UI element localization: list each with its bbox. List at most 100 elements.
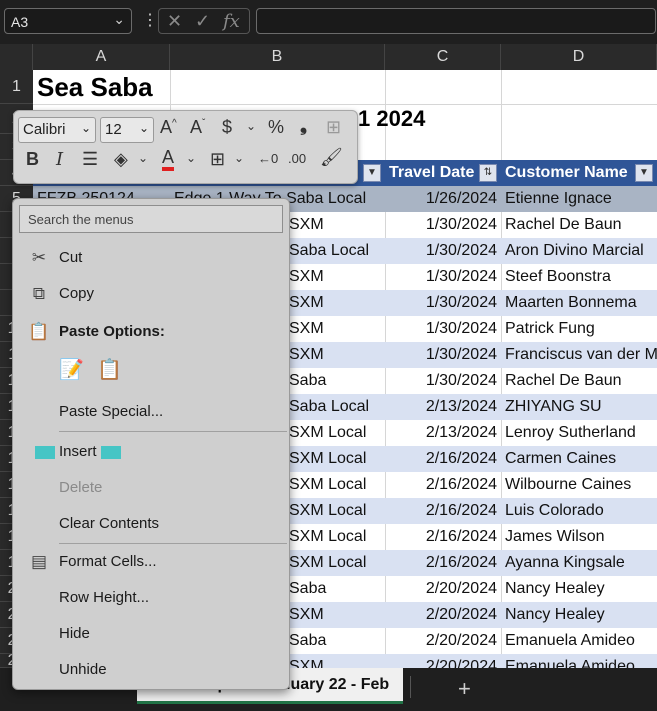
currency-format-icon[interactable]: $	[222, 117, 232, 138]
chevron-down-icon[interactable]: ⌄	[246, 119, 256, 133]
cell-c[interactable]: 2/16/2024	[385, 472, 501, 498]
italic-icon[interactable]: I	[56, 149, 63, 170]
name-box[interactable]: A3 ⌄	[4, 8, 132, 34]
cell-d[interactable]: Nancy Healey	[501, 576, 657, 602]
header-customer-name[interactable]: Customer Name	[501, 160, 657, 186]
cell-b[interactable]: SXM	[285, 654, 385, 668]
cell-c[interactable]: 2/13/2024	[385, 420, 501, 446]
insert-function-icon[interactable]: fx	[223, 11, 240, 32]
borders-icon[interactable]: ⊞	[210, 149, 225, 170]
align-center-icon[interactable]: ☰	[82, 149, 98, 170]
cell-b[interactable]: Saba	[285, 576, 385, 602]
row-header[interactable]: 1	[0, 70, 33, 104]
cell-b[interactable]: SXM Local	[285, 524, 385, 550]
cell-b[interactable]: Saba	[285, 628, 385, 654]
cell-d[interactable]: Maarten Bonnema	[501, 290, 657, 316]
cell-b[interactable]: SXM Local	[285, 420, 385, 446]
cell-d[interactable]: Emanuela Amideo	[501, 628, 657, 654]
cancel-icon[interactable]: ✕	[167, 11, 182, 32]
cell-c[interactable]: 2/16/2024	[385, 524, 501, 550]
cell-c[interactable]: 2/16/2024	[385, 498, 501, 524]
menu-item-unhide[interactable]: Unhide	[13, 653, 289, 687]
percent-style-icon[interactable]: %	[268, 117, 284, 138]
increase-decimal-icon[interactable]: ←0	[258, 151, 278, 166]
cell-d[interactable]: Rachel De Baun	[501, 368, 657, 394]
chevron-down-icon[interactable]: ⌄	[138, 151, 148, 165]
cell-d[interactable]: Lenroy Sutherland	[501, 420, 657, 446]
cell-c[interactable]: 1/30/2024	[385, 290, 501, 316]
sheet-title[interactable]: Sea Saba	[37, 72, 153, 103]
cell-b[interactable]: SXM	[285, 316, 385, 342]
comma-style-icon[interactable]: ❟	[300, 115, 307, 136]
cell-d[interactable]: Steef Boonstra	[501, 264, 657, 290]
filter-dropdown-icon[interactable]: ▼	[363, 164, 381, 182]
cell-c[interactable]: 2/20/2024	[385, 576, 501, 602]
cell-b[interactable]: SXM	[285, 342, 385, 368]
cell-d[interactable]: Carmen Caines	[501, 446, 657, 472]
cell-d[interactable]: James Wilson	[501, 524, 657, 550]
enter-icon[interactable]: ✓	[195, 11, 210, 32]
cell-c[interactable]: 2/20/2024	[385, 654, 501, 668]
paste-icon[interactable]: 📋	[97, 353, 122, 387]
column-header-b[interactable]: B	[170, 44, 385, 70]
cell-b[interactable]: Saba Local	[285, 238, 385, 264]
formula-input[interactable]	[256, 8, 656, 34]
cell-b[interactable]: SXM Local	[285, 550, 385, 576]
cell-d[interactable]: Luis Colorado	[501, 498, 657, 524]
search-menus-input[interactable]: Search the menus	[19, 205, 283, 233]
menu-item-row-height[interactable]: Row Height...	[13, 581, 289, 615]
column-header-d[interactable]: D	[501, 44, 657, 70]
menu-item-cut[interactable]: ✂ Cut	[13, 241, 289, 275]
paste-formatting-icon[interactable]: 📝	[59, 353, 84, 387]
chevron-down-icon[interactable]: ⌄	[234, 151, 244, 165]
cell-b[interactable]: SXM Local	[285, 472, 385, 498]
cell-d[interactable]: Emanuela Amideo	[501, 654, 657, 668]
cell-d[interactable]: Nancy Healey	[501, 602, 657, 628]
cell-c[interactable]: 2/20/2024	[385, 602, 501, 628]
filter-dropdown-icon[interactable]: ▼	[635, 164, 653, 182]
menu-item-format-cells[interactable]: ▤ Format Cells...	[13, 545, 289, 579]
cell-b[interactable]: SXM	[285, 290, 385, 316]
format-painter-icon[interactable]: 🖌	[320, 147, 343, 168]
cell-c[interactable]: 1/30/2024	[385, 368, 501, 394]
cell-d[interactable]: Franciscus van der Meulen	[501, 342, 657, 368]
cell-c[interactable]: 1/30/2024	[385, 342, 501, 368]
cell-c[interactable]: 2/13/2024	[385, 394, 501, 420]
cell-b[interactable]: SXM Local	[285, 446, 385, 472]
cell-d[interactable]: Etienne Ignace	[501, 186, 657, 212]
cell-c[interactable]: 1/30/2024	[385, 238, 501, 264]
cell-c[interactable]: 2/16/2024	[385, 550, 501, 576]
cell-c[interactable]: 1/26/2024	[385, 186, 501, 212]
cell-b[interactable]: Saba	[285, 368, 385, 394]
select-all-corner[interactable]	[0, 44, 33, 70]
cell-c[interactable]: 1/30/2024	[385, 316, 501, 342]
decrease-font-size-icon[interactable]: Aˇ	[190, 117, 205, 138]
increase-font-size-icon[interactable]: A^	[160, 117, 177, 138]
cell-d[interactable]: ZHIYANG SU	[501, 394, 657, 420]
cell-d[interactable]: Rachel De Baun	[501, 212, 657, 238]
font-name-dropdown[interactable]: Calibri ⌄	[18, 117, 96, 143]
cell-b[interactable]: SXM Local	[285, 498, 385, 524]
font-size-dropdown[interactable]: 12 ⌄	[100, 117, 154, 143]
menu-item-clear-contents[interactable]: Clear Contents	[13, 507, 289, 541]
menu-item-insert[interactable]: Insert	[13, 435, 289, 469]
merge-center-icon[interactable]: ⊞	[326, 117, 341, 138]
cell-c[interactable]: 2/16/2024	[385, 446, 501, 472]
cell-b[interactable]: SXM	[285, 212, 385, 238]
chevron-down-icon[interactable]: ⌄	[186, 151, 196, 165]
sort-filter-icon[interactable]: ⇅	[479, 164, 497, 182]
menu-item-copy[interactable]: ⧉ Copy	[13, 277, 289, 311]
cell-b[interactable]: SXM	[285, 264, 385, 290]
more-options-icon[interactable]: ⋮	[142, 10, 158, 30]
chevron-down-icon[interactable]: ⌄	[113, 11, 125, 28]
cell-c[interactable]: 1/30/2024	[385, 264, 501, 290]
menu-item-paste-special[interactable]: Paste Special...	[13, 395, 289, 429]
cell-d[interactable]: Aron Divino Marcial	[501, 238, 657, 264]
cell-c[interactable]: 2/20/2024	[385, 628, 501, 654]
cell-b[interactable]: Saba Local	[285, 394, 385, 420]
column-header-a[interactable]: A	[33, 44, 170, 70]
decrease-decimal-icon[interactable]: .00	[288, 151, 306, 166]
menu-item-hide[interactable]: Hide	[13, 617, 289, 651]
add-sheet-icon[interactable]: +	[458, 676, 471, 702]
column-header-c[interactable]: C	[385, 44, 501, 70]
